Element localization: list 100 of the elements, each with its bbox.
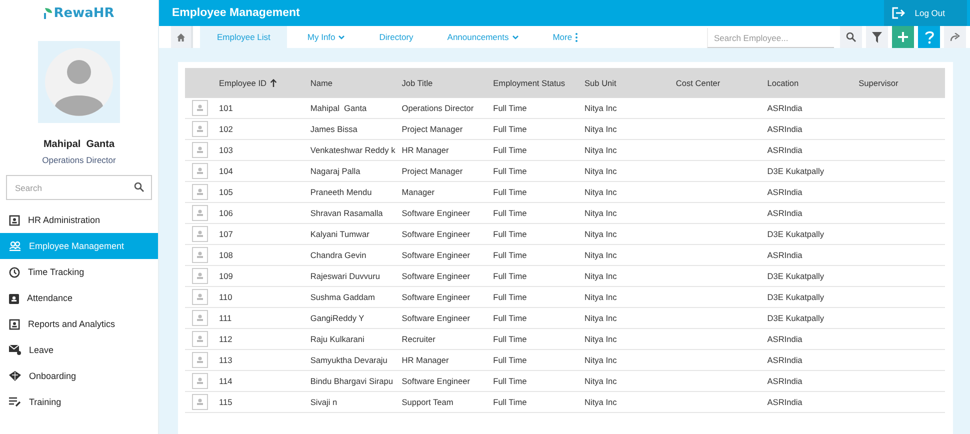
page-title: Employee Management <box>172 7 300 19</box>
employee-photo-placeholder <box>192 289 208 305</box>
employee-photo-placeholder <box>192 352 208 368</box>
envelope-icon <box>9 345 21 355</box>
table-cell: Kalyani Tumwar <box>305 224 397 244</box>
table-cell: Nitya Inc <box>580 118 671 140</box>
table-cell: D3E Kukatpally <box>762 266 854 286</box>
table-cell: Praneeth Mendu <box>305 182 397 202</box>
column-header[interactable]: Cost Center <box>676 78 720 88</box>
filter-button[interactable] <box>866 26 888 48</box>
table-cell: Nitya Inc <box>580 266 671 286</box>
table-cell: GangiReddy Y <box>305 308 397 328</box>
column-header[interactable]: Sub Unit <box>584 78 616 88</box>
table-cell: ASRIndia <box>762 350 854 370</box>
table-cell: 103 <box>214 140 306 160</box>
table-cell: HR Manager <box>396 350 488 370</box>
id-card-icon <box>9 214 20 226</box>
column-header[interactable]: Location <box>767 78 799 88</box>
table-cell: Nitya Inc <box>580 202 671 224</box>
table-cell: Raju Kulkarani <box>305 328 397 350</box>
table-cell: Rajeswari Duvvuru <box>305 266 397 286</box>
employee-photo-placeholder <box>192 100 208 116</box>
table-cell: ASRIndia <box>762 328 854 350</box>
table-cell: 108 <box>214 244 306 266</box>
table-cell: Nitya Inc <box>580 328 671 350</box>
column-header[interactable]: Job Title <box>402 78 433 88</box>
table-cell: Sushma Gaddam <box>305 286 397 308</box>
table-cell: Software Engineer <box>396 224 488 244</box>
share-button[interactable] <box>944 26 966 48</box>
table-cell: Full Time <box>488 202 580 224</box>
avatar-silhouette-icon <box>45 48 113 116</box>
employee-photo-placeholder <box>192 121 208 137</box>
more-vertical-icon <box>575 32 578 42</box>
contact-book-icon <box>9 292 19 304</box>
filter-icon <box>872 32 882 42</box>
home-button[interactable] <box>171 26 193 48</box>
table-cell: Software Engineer <box>396 286 488 308</box>
sidebar-search-field[interactable]: Search <box>6 175 152 200</box>
table-cell: Recruiter <box>396 328 488 350</box>
table-cell: ASRIndia <box>762 182 854 202</box>
sidebar-item[interactable]: Training <box>0 389 158 415</box>
table-cell: 115 <box>214 392 306 412</box>
employee-search-field[interactable]: Search Employee... <box>707 28 834 48</box>
table-cell: James Bissa <box>305 118 397 140</box>
search-icon <box>846 32 856 42</box>
employee-photo-placeholder <box>192 268 208 284</box>
table-cell: Software Engineer <box>396 370 488 392</box>
table-cell: Nitya Inc <box>580 160 671 182</box>
table-cell: ASRIndia <box>762 98 854 118</box>
clock-icon <box>9 266 20 278</box>
table-cell: Full Time <box>488 266 580 286</box>
table-cell: 112 <box>214 328 306 350</box>
sidebar-item[interactable]: HR Administration <box>0 207 158 233</box>
table-cell: ASRIndia <box>762 244 854 266</box>
sidebar-item[interactable]: Reports and Analytics <box>0 311 158 337</box>
add-button[interactable] <box>892 26 914 48</box>
sidebar-item[interactable]: Time Tracking <box>0 259 158 285</box>
column-header[interactable]: Supervisor <box>858 78 898 88</box>
table-cell: Nitya Inc <box>580 224 671 244</box>
table-cell: 101 <box>214 98 306 118</box>
employee-photo-placeholder <box>192 205 208 221</box>
table-cell: Manager <box>396 182 488 202</box>
employee-photo-placeholder <box>192 142 208 158</box>
table-cell: Full Time <box>488 370 580 392</box>
logout-icon <box>892 7 905 19</box>
employee-photo-placeholder <box>192 247 208 263</box>
table-cell: Nagaraj Palla <box>305 160 397 182</box>
table-cell: Project Manager <box>396 118 488 140</box>
diamond-icon <box>9 371 21 381</box>
table-cell: Software Engineer <box>396 308 488 328</box>
home-icon <box>177 32 185 42</box>
table-cell: 114 <box>214 370 306 392</box>
table-cell: D3E Kukatpally <box>762 160 854 182</box>
sidebar-item[interactable]: Leave <box>0 337 158 363</box>
list-pen-icon <box>9 397 21 407</box>
table-cell: Full Time <box>488 140 580 160</box>
sidebar-item[interactable]: Attendance <box>0 285 158 311</box>
help-button[interactable] <box>918 26 940 48</box>
people-icon <box>9 241 21 251</box>
table-cell: Nitya Inc <box>580 286 671 308</box>
table-cell: D3E Kukatpally <box>762 308 854 328</box>
leaf-logo-icon <box>44 7 53 19</box>
table-cell: Bindu Bhargavi Sirapu <box>305 370 397 392</box>
chevron-down-icon <box>512 34 519 40</box>
sidebar-item[interactable]: Onboarding <box>0 363 158 389</box>
table-cell: HR Manager <box>396 140 488 160</box>
table-cell: D3E Kukatpally <box>762 286 854 308</box>
column-header[interactable]: Name <box>310 78 333 88</box>
search-button[interactable] <box>840 26 862 48</box>
employee-photo-placeholder <box>192 394 208 410</box>
table-cell: Nitya Inc <box>580 140 671 160</box>
table-cell: Mahipal Ganta <box>305 98 397 118</box>
table-cell: ASRIndia <box>762 118 854 140</box>
table-cell: 111 <box>214 308 306 328</box>
table-cell: Operations Director <box>396 98 488 118</box>
table-cell: 109 <box>214 266 306 286</box>
table-cell: 106 <box>214 202 306 224</box>
table-cell: Nitya Inc <box>580 244 671 266</box>
user-name: Mahipal Ganta <box>42 139 116 150</box>
table-cell: 104 <box>214 160 306 182</box>
